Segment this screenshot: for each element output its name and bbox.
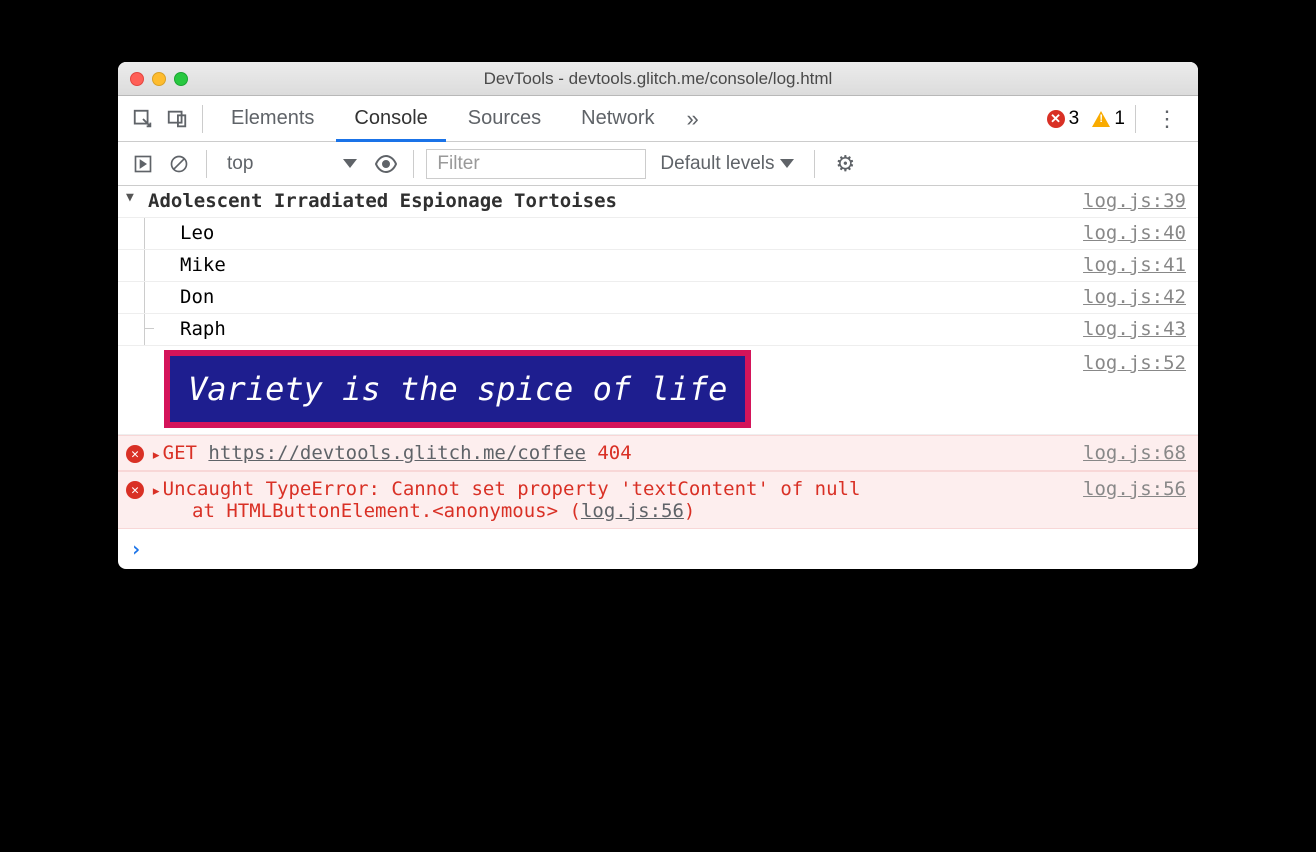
tab-console[interactable]: Console — [336, 96, 445, 142]
source-link[interactable]: log.js:56 — [1083, 478, 1186, 500]
disclosure-triangle-icon[interactable]: ▼ — [149, 452, 162, 459]
disclosure-triangle-icon[interactable]: ▼ — [149, 488, 162, 495]
tab-elements[interactable]: Elements — [213, 96, 332, 142]
error-message: Uncaught TypeError: Cannot set property … — [163, 478, 861, 500]
log-text: Mike — [172, 254, 1083, 276]
http-method: GET — [163, 442, 197, 464]
divider — [206, 150, 207, 178]
traffic-lights — [130, 72, 188, 86]
titlebar: DevTools - devtools.glitch.me/console/lo… — [118, 62, 1198, 96]
console-log-row: Leo log.js:40 — [118, 218, 1198, 250]
log-levels-select[interactable]: Default levels — [652, 153, 802, 175]
context-label: top — [227, 153, 253, 175]
console-group-header[interactable]: ▼ Adolescent Irradiated Espionage Tortoi… — [118, 186, 1198, 218]
device-toolbar-icon[interactable] — [162, 104, 192, 134]
source-link[interactable]: log.js:43 — [1083, 318, 1186, 340]
clear-console-icon[interactable] — [164, 149, 194, 179]
stack-link[interactable]: log.js:56 — [581, 500, 684, 522]
divider — [814, 150, 815, 178]
log-text: Don — [172, 286, 1083, 308]
inspect-element-icon[interactable] — [128, 104, 158, 134]
levels-label: Default levels — [660, 153, 774, 175]
filter-input[interactable] — [426, 149, 646, 179]
window-title: DevTools - devtools.glitch.me/console/lo… — [118, 69, 1198, 89]
divider — [413, 150, 414, 178]
console-input[interactable] — [150, 538, 1186, 560]
http-status: 404 — [597, 442, 631, 464]
source-link[interactable]: log.js:68 — [1083, 442, 1186, 464]
source-link[interactable]: log.js:42 — [1083, 286, 1186, 308]
console-settings-icon[interactable]: ⚙ — [827, 151, 863, 177]
divider — [202, 105, 203, 133]
log-text: Leo — [172, 222, 1083, 244]
error-icon: ✕ — [1047, 110, 1065, 128]
log-text: Raph — [172, 318, 1083, 340]
console-prompt[interactable]: › — [118, 529, 1198, 569]
tabs-row: Elements Console Sources Network » ✕ 3 1… — [118, 96, 1198, 142]
tab-sources[interactable]: Sources — [450, 96, 559, 142]
console-error-row: ✕ ▼Uncaught TypeError: Cannot set proper… — [118, 471, 1198, 529]
more-tabs-icon[interactable]: » — [677, 106, 709, 132]
divider — [1135, 105, 1136, 133]
console-log-row: Don log.js:42 — [118, 282, 1198, 314]
console-styled-row: Variety is the spice of life log.js:52 — [118, 346, 1198, 435]
zoom-window-button[interactable] — [174, 72, 188, 86]
error-icon: ✕ — [126, 481, 144, 499]
settings-menu-icon[interactable]: ⋮ — [1146, 106, 1188, 132]
source-link[interactable]: log.js:39 — [1083, 190, 1186, 212]
devtools-window: DevTools - devtools.glitch.me/console/lo… — [118, 62, 1198, 569]
live-expression-icon[interactable] — [371, 149, 401, 179]
console-log-row: Mike log.js:41 — [118, 250, 1198, 282]
prompt-chevron-icon: › — [130, 537, 142, 561]
error-url[interactable]: https://devtools.glitch.me/coffee — [208, 442, 586, 464]
stack-prefix: at HTMLButtonElement.<anonymous> ( — [192, 500, 581, 522]
console-body: ▼ Adolescent Irradiated Espionage Tortoi… — [118, 186, 1198, 569]
error-count: 3 — [1069, 108, 1080, 130]
group-title: Adolescent Irradiated Espionage Tortoise… — [140, 190, 1083, 212]
execution-context-select[interactable]: top — [219, 151, 365, 177]
console-log-row: Raph log.js:43 — [118, 314, 1198, 346]
toggle-drawer-icon[interactable] — [128, 149, 158, 179]
stack-suffix: ) — [684, 500, 695, 522]
chevron-down-icon — [343, 159, 357, 168]
close-window-button[interactable] — [130, 72, 144, 86]
styled-log-text: Variety is the spice of life — [164, 350, 751, 428]
error-icon: ✕ — [126, 445, 144, 463]
console-error-row: ✕ ▼GET https://devtools.glitch.me/coffee… — [118, 435, 1198, 471]
source-link[interactable]: log.js:40 — [1083, 222, 1186, 244]
source-link[interactable]: log.js:41 — [1083, 254, 1186, 276]
warning-icon — [1092, 111, 1110, 127]
source-link[interactable]: log.js:52 — [1083, 346, 1186, 374]
minimize-window-button[interactable] — [152, 72, 166, 86]
chevron-down-icon — [780, 159, 794, 168]
status-counts[interactable]: ✕ 3 1 — [1047, 108, 1125, 130]
disclosure-triangle-icon[interactable]: ▼ — [126, 190, 140, 205]
warning-count: 1 — [1114, 108, 1125, 130]
console-toolbar: top Default levels ⚙ — [118, 142, 1198, 186]
tab-network[interactable]: Network — [563, 96, 672, 142]
